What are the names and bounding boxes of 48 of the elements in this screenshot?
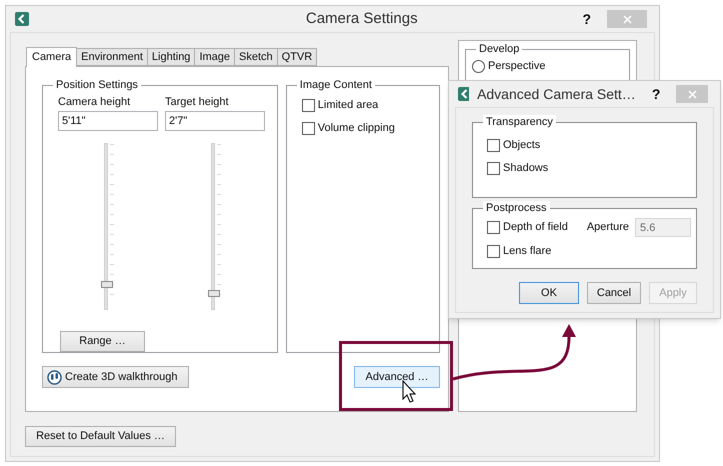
checkbox[interactable] — [487, 138, 500, 152]
tab[interactable]: Camera — [26, 47, 78, 67]
field-label: Target height — [165, 95, 230, 109]
close-icon — [622, 14, 632, 24]
field-label: Aperture — [586, 220, 630, 236]
group-title: Postprocess — [483, 201, 550, 215]
slider-thumb[interactable] — [208, 290, 220, 297]
footsteps-icon — [47, 370, 62, 384]
height-field[interactable]: 5'11" — [58, 111, 158, 131]
checkbox[interactable] — [487, 221, 500, 234]
button[interactable]: Range … — [60, 331, 145, 352]
close-icon — [688, 90, 697, 98]
group-title: Image Content — [296, 78, 375, 92]
app-icon — [15, 12, 29, 26]
help-button[interactable]: ? — [574, 8, 599, 30]
group-title: Develop — [476, 42, 522, 56]
checkbox-label: Objects — [503, 138, 540, 153]
advanced-button[interactable]: Advanced … — [354, 366, 440, 388]
walkthrough-button[interactable]: Create 3D walkthrough — [42, 366, 189, 388]
tab[interactable]: Sketch — [235, 48, 278, 66]
checkbox-label: Limited area — [318, 98, 378, 113]
checkbox[interactable] — [487, 244, 500, 258]
height-field[interactable]: 2'7" — [165, 111, 265, 131]
button[interactable]: Reset to Default Values … — [25, 426, 176, 447]
radio-label: Perspective — [488, 59, 546, 74]
slider-thumb[interactable] — [101, 281, 113, 288]
checkbox-label: Volume clipping — [318, 120, 395, 136]
checkbox-label: Lens flare — [503, 244, 552, 259]
checkbox-label: Shadows — [503, 160, 548, 176]
window-title: Camera Settings — [304, 8, 419, 29]
dialog-button[interactable]: OK — [519, 282, 579, 304]
group-title: Position Settings — [53, 78, 141, 92]
tab[interactable]: Image — [195, 48, 236, 66]
window-title: Advanced Camera Sett… — [477, 84, 636, 104]
group-title: Transparency — [483, 115, 556, 129]
checkbox-label: Depth of field — [503, 220, 568, 236]
checkbox[interactable] — [302, 98, 315, 112]
mouse-cursor-icon — [402, 380, 416, 403]
tab[interactable]: Environment — [77, 48, 148, 66]
tab[interactable]: Lighting — [148, 48, 196, 66]
checkbox[interactable] — [302, 122, 315, 134]
dialog-button[interactable]: Cancel — [587, 282, 641, 304]
radio-button[interactable] — [472, 60, 485, 73]
app-icon — [458, 87, 470, 101]
checkbox[interactable] — [487, 162, 500, 174]
help-button[interactable]: ? — [644, 84, 668, 104]
tab[interactable]: QTVR — [278, 48, 318, 66]
field-label: Camera height — [58, 95, 132, 109]
